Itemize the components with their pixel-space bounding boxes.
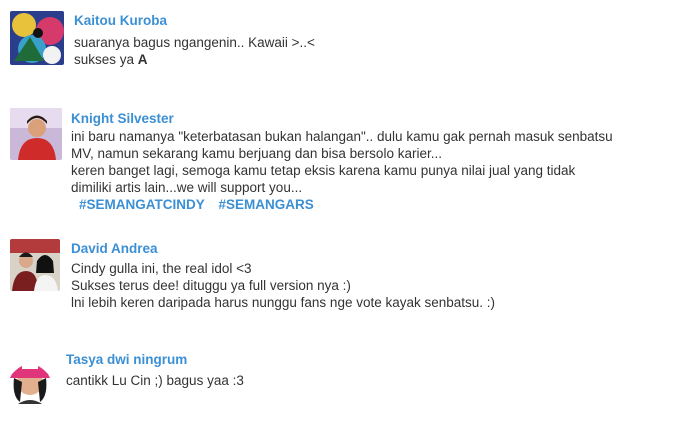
two-people-photo-avatar-icon xyxy=(10,239,60,291)
colorful-art-avatar-icon xyxy=(10,11,64,65)
comment-author[interactable]: Tasya dwi ningrum xyxy=(66,352,187,367)
comment-line: ini baru namanya "keterbatasan bukan hal… xyxy=(71,129,613,144)
comment-line: keren banget lagi, semoga kamu tetap eks… xyxy=(71,163,576,178)
comment-line: Sukses terus dee! dituggu ya full versio… xyxy=(71,278,351,293)
comment-text: cantikk Lu Cin ;) bagus yaa :3 xyxy=(66,372,244,389)
comment-bold-text: A xyxy=(137,52,148,67)
avatar[interactable] xyxy=(10,108,62,160)
hashtag-link[interactable]: #SEMANGARS xyxy=(219,197,314,212)
avatar[interactable] xyxy=(10,11,64,65)
comment-line: dimiliki artis lain...we will support yo… xyxy=(71,180,303,195)
hashtag-link[interactable]: #SEMANGATCINDY xyxy=(79,197,205,212)
comment-line: cantikk Lu Cin ;) bagus yaa :3 xyxy=(66,373,244,388)
comment-line-text: sukses ya xyxy=(74,52,138,67)
comment-text: ini baru namanya "keterbatasan bukan hal… xyxy=(71,128,613,213)
comment-author[interactable]: Kaitou Kuroba xyxy=(74,13,167,28)
comment-author[interactable]: David Andrea xyxy=(71,241,158,256)
comment-line: MV, namun sekarang kamu berjuang dan bis… xyxy=(71,146,442,161)
person-red-shirt-avatar-icon xyxy=(10,108,62,160)
comment-line: suaranya bagus ngangenin.. Kawaii >..< xyxy=(74,35,315,50)
avatar[interactable] xyxy=(10,239,60,291)
comment-text: suaranya bagus ngangenin.. Kawaii >..< s… xyxy=(74,34,315,68)
avatar[interactable] xyxy=(4,352,56,404)
hashtag-list: #SEMANGATCINDY #SEMANGARS xyxy=(79,196,613,213)
girl-pink-cap-avatar-icon xyxy=(4,352,56,404)
comment-line: Cindy gulla ini, the real idol <3 xyxy=(71,261,252,276)
comment-text: Cindy gulla ini, the real idol <3 Sukses… xyxy=(71,260,495,311)
comment-line: lni lebih keren daripada harus nunggu fa… xyxy=(71,295,496,310)
comment-author[interactable]: Knight Silvester xyxy=(71,111,174,126)
comment-line: sukses ya A xyxy=(74,51,315,68)
